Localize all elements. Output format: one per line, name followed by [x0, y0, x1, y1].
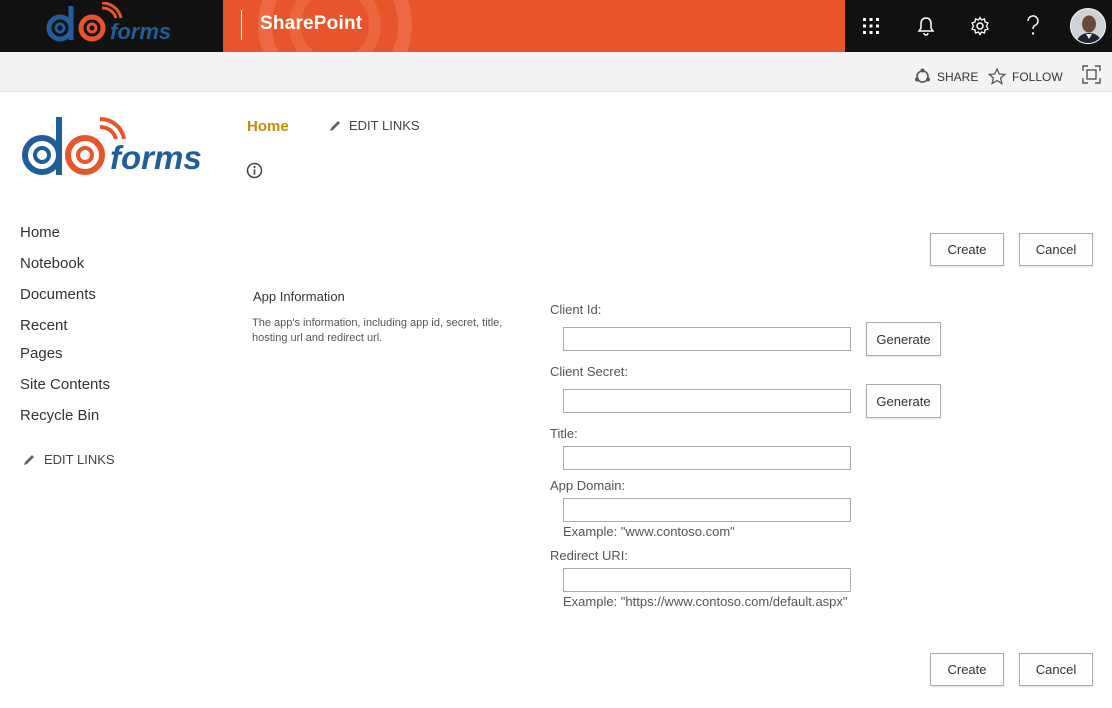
nav-item-home[interactable]: Home [20, 224, 60, 241]
suite-divider [241, 10, 242, 40]
create-button-bottom[interactable]: Create [930, 653, 1004, 686]
nav-item-notebook[interactable]: Notebook [20, 255, 84, 272]
nav-item-site-contents[interactable]: Site Contents [20, 376, 110, 393]
redirect-uri-input[interactable] [563, 568, 851, 592]
create-button-top[interactable]: Create [930, 233, 1004, 266]
doforms-site-logo-icon: forms [22, 116, 202, 176]
app-launcher-icon[interactable] [857, 12, 885, 40]
client-secret-input[interactable] [563, 389, 851, 413]
focus-mode-button[interactable] [1082, 65, 1101, 84]
user-avatar[interactable] [1070, 8, 1106, 44]
nav-item-pages[interactable]: Pages [20, 345, 63, 362]
client-id-label: Client Id: [550, 302, 602, 317]
bell-icon[interactable] [912, 12, 940, 40]
nav-item-documents[interactable]: Documents [20, 286, 96, 303]
leftnav-edit-label: EDIT LINKS [44, 452, 115, 467]
generate-client-id-button[interactable]: Generate [866, 322, 941, 356]
title-input[interactable] [563, 446, 851, 470]
help-icon[interactable] [1019, 12, 1047, 40]
redirect-uri-label: Redirect URI: [550, 548, 629, 563]
suite-brand-suffix: forms [110, 19, 171, 44]
generate-client-secret-button[interactable]: Generate [866, 384, 941, 418]
app-domain-input[interactable] [563, 498, 851, 522]
gear-icon[interactable] [966, 12, 994, 40]
focus-mode-icon [1082, 65, 1101, 84]
leftnav-edit-links[interactable]: EDIT LINKS [22, 452, 115, 467]
app-domain-hint: Example: "www.contoso.com" [563, 524, 735, 539]
topnav-home-link[interactable]: Home [247, 118, 289, 135]
section-title: App Information [253, 289, 345, 304]
cancel-button-top[interactable]: Cancel [1019, 233, 1093, 266]
share-button[interactable]: SHARE [914, 68, 978, 85]
suite-bar: forms SharePoint [0, 0, 1112, 52]
share-label: SHARE [937, 69, 979, 84]
site-logo[interactable]: forms [20, 113, 220, 188]
nav-item-recent[interactable]: Recent [20, 317, 68, 334]
share-icon [915, 68, 930, 83]
pencil-icon [330, 120, 340, 131]
redirect-uri-hint: Example: "https://www.contoso.com/defaul… [563, 594, 848, 609]
app-domain-label: App Domain: [550, 478, 626, 493]
doforms-logo-icon: forms [46, 2, 171, 44]
topnav-edit-links[interactable]: EDIT LINKS [328, 118, 420, 133]
app-title[interactable]: SharePoint [260, 13, 362, 35]
follow-button[interactable]: FOLLOW [988, 68, 1063, 85]
suite-logo[interactable]: forms [0, 0, 223, 52]
title-label: Title: [550, 426, 578, 441]
client-id-input[interactable] [563, 327, 851, 351]
site-logo-suffix: forms [110, 139, 202, 176]
info-icon[interactable] [246, 162, 263, 184]
client-secret-label: Client Secret: [550, 364, 629, 379]
cancel-button-bottom[interactable]: Cancel [1019, 653, 1093, 686]
follow-label: FOLLOW [1012, 69, 1063, 84]
topnav-edit-label: EDIT LINKS [349, 118, 420, 133]
pencil-icon [24, 454, 34, 465]
section-description: The app's information, including app id,… [252, 317, 503, 344]
nav-item-recycle-bin[interactable]: Recycle Bin [20, 407, 99, 424]
star-icon [988, 68, 1006, 85]
